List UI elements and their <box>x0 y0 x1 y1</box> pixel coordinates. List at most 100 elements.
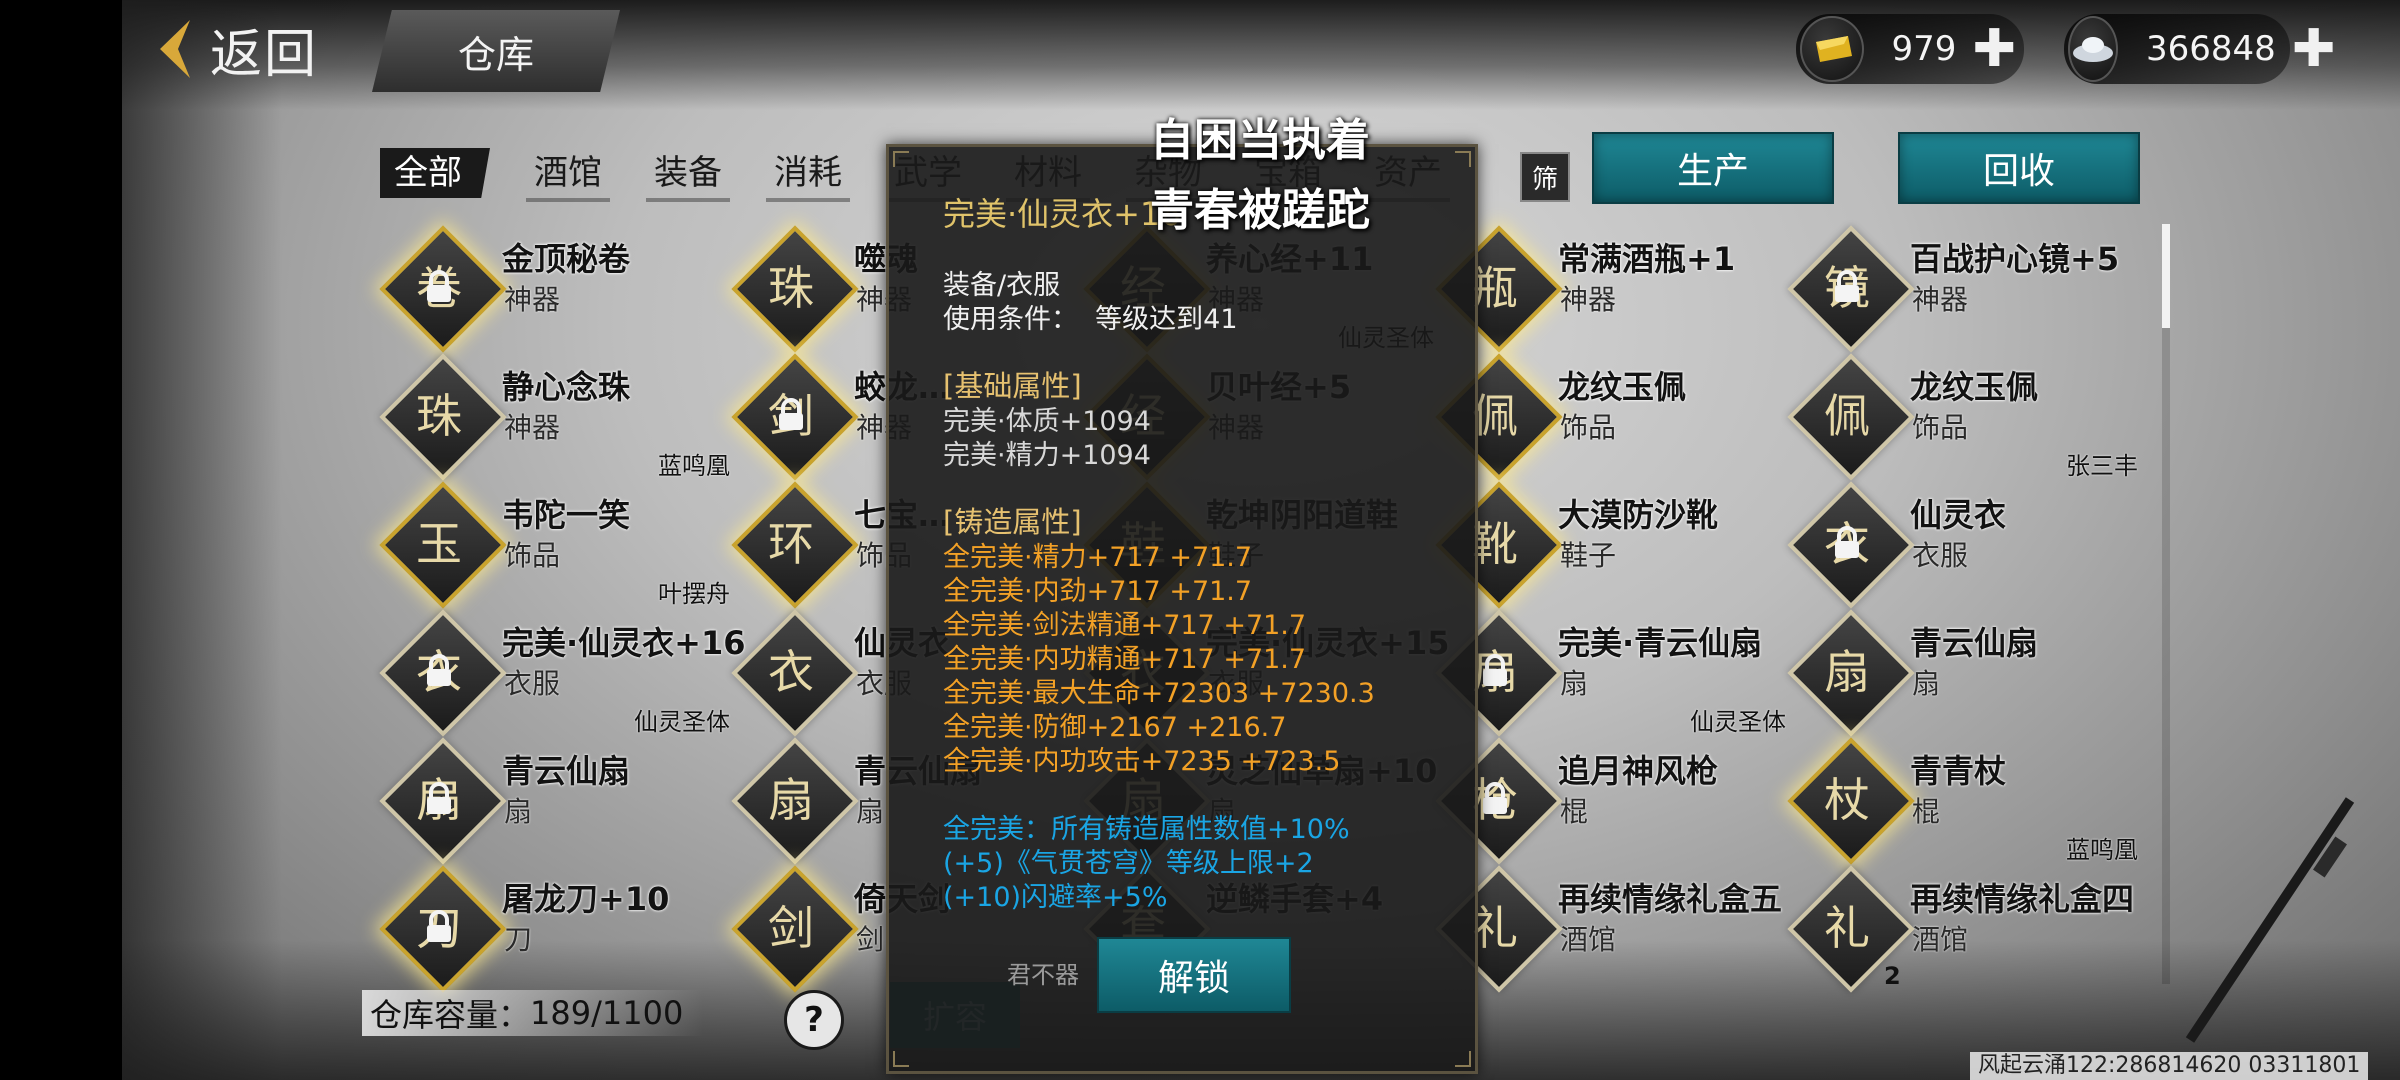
item-slot[interactable]: 枪追月神风枪棍 <box>1435 734 1786 865</box>
gold-ingot-icon <box>1800 16 1864 82</box>
lock-icon <box>1835 270 1859 302</box>
item-type: 衣服 <box>1912 539 1969 572</box>
item-name: 青云仙扇 <box>502 752 631 790</box>
item-owner: 仙灵圣体 <box>1690 708 1786 736</box>
item-type: 剑 <box>856 923 885 956</box>
filter-button[interactable]: 筛 <box>1520 152 1570 202</box>
item-type: 神器 <box>1560 283 1617 316</box>
item-type: 棍 <box>1560 795 1589 828</box>
popup-hint-text: 君不器 <box>1007 961 1079 989</box>
item-slot[interactable]: 扇完美·青云仙扇扇仙灵圣体 <box>1435 606 1786 737</box>
base-attribute: 完美·精力+1094 <box>943 440 1151 471</box>
item-slot[interactable]: 靴大漠防沙靴 鞋子 <box>1435 478 1786 609</box>
item-icon: 剑 <box>768 901 814 955</box>
ink-decoration-left <box>122 0 282 1080</box>
capacity-total: 1100 <box>601 994 684 1032</box>
popup-requirement: 使用条件： 等级达到41 <box>943 297 1238 336</box>
item-slot[interactable]: 卷金顶秘卷神器 <box>379 222 730 353</box>
item-slot[interactable]: 礼再续情缘礼盒五 酒馆 <box>1435 862 1786 993</box>
item-type: 鞋子 <box>1560 539 1617 572</box>
item-name: 青青杖 <box>1910 752 2007 790</box>
item-slot[interactable]: 瓶常满酒瓶+1 神器 <box>1435 222 1786 353</box>
item-owner: 仙灵圣体 <box>634 708 730 736</box>
item-icon-frame: 刀 <box>379 865 507 993</box>
item-slot[interactable]: 镜百战护心镜+5 神器 <box>1787 222 2138 353</box>
silver-currency: 366848 ✚ <box>2064 14 2335 84</box>
item-type: 扇 <box>856 795 885 828</box>
page-title: 仓库 <box>372 10 620 92</box>
item-slot[interactable]: 衣完美·仙灵衣+16 衣服仙灵圣体 <box>379 606 746 737</box>
lock-icon <box>779 398 803 430</box>
item-name: 韦陀一笑 <box>502 496 631 534</box>
item-icon-frame: 珠 <box>731 225 859 353</box>
item-icon-frame: 衣 <box>731 609 859 737</box>
item-name: 龙纹玉佩 <box>1910 368 2039 406</box>
item-type: 饰品 <box>1912 411 1969 444</box>
unlock-button[interactable]: 解锁 <box>1097 937 1291 1013</box>
item-slot[interactable]: 礼再续情缘礼盒四 酒馆 2 <box>1787 862 2138 993</box>
item-icon-frame: 环 <box>731 481 859 609</box>
item-slot[interactable]: 佩 龙纹玉佩饰品张三丰 <box>1787 350 2138 481</box>
lock-icon <box>1483 782 1507 814</box>
silver-ingot-icon <box>2068 16 2118 82</box>
grid-scrollbar[interactable] <box>2162 224 2170 984</box>
item-slot[interactable]: 佩龙纹玉佩 饰品 <box>1435 350 1786 481</box>
add-silver-button[interactable]: ✚ <box>2292 23 2336 75</box>
item-icon: 杖 <box>1824 773 1870 827</box>
item-type: 神器 <box>504 283 561 316</box>
item-slot[interactable]: 杖 青青杖棍蓝鸣凰 <box>1787 734 2138 865</box>
lock-icon <box>427 654 451 686</box>
item-slot[interactable]: 扇青云仙扇扇 <box>379 734 730 865</box>
silver-amount: 366848 <box>2146 29 2276 69</box>
requirement-label: 使用条件： <box>943 304 1078 335</box>
add-gold-button[interactable]: ✚ <box>1972 23 2016 75</box>
item-name: 完美·仙灵衣+16 <box>502 624 746 662</box>
tab-0[interactable]: 全部 <box>380 148 490 198</box>
item-slot[interactable]: 刀屠龙刀+10刀 <box>379 862 730 993</box>
item-name: 百战护心镜+5 <box>1910 240 2120 278</box>
item-type: 饰品 <box>504 539 561 572</box>
item-icon: 珠 <box>768 261 814 315</box>
popup-item-name: 完美·仙灵衣+16 <box>943 195 1181 233</box>
item-type: 神器 <box>1912 283 1969 316</box>
item-name: 追月神风枪 <box>1558 752 1719 790</box>
item-icon-frame: 佩 <box>1787 353 1915 481</box>
produce-button[interactable]: 生产 <box>1592 132 1834 204</box>
item-name: 屠龙刀+10 <box>502 880 670 918</box>
tab-1[interactable]: 酒馆 <box>526 148 610 202</box>
lock-icon <box>1835 526 1859 558</box>
item-owner: 蓝鸣凰 <box>2066 836 2138 864</box>
item-name: 再续情缘礼盒四 <box>1910 880 2135 918</box>
warehouse-capacity: 仓库容量： 189 / 1100 <box>362 990 704 1036</box>
item-slot[interactable]: 珠 静心念珠 神器 蓝鸣凰 <box>379 350 730 481</box>
item-icon-frame: 衣 <box>1787 481 1915 609</box>
item-icon-frame: 衣 <box>379 609 507 737</box>
item-slot[interactable]: 扇青云仙扇扇 <box>1787 606 2138 737</box>
item-owner: 张三丰 <box>2066 452 2138 480</box>
item-owner: 叶摆舟 <box>658 580 730 608</box>
item-icon-frame: 珠 <box>379 353 507 481</box>
lock-icon <box>427 270 451 302</box>
item-slot[interactable]: 衣仙灵衣衣服 <box>1787 478 2138 609</box>
item-type: 刀 <box>504 923 533 956</box>
requirement-value: 等级达到41 <box>1095 304 1238 335</box>
item-icon: 环 <box>768 517 814 571</box>
item-slot[interactable]: 玉 韦陀一笑 饰品 叶摆舟 <box>379 478 730 609</box>
recycle-button[interactable]: 回收 <box>1898 132 2140 204</box>
tab-2[interactable]: 装备 <box>646 148 730 202</box>
item-name: 青云仙扇 <box>1910 624 2039 662</box>
item-name: 完美·青云仙扇 <box>1558 624 1763 662</box>
scrollbar-thumb[interactable] <box>2162 224 2170 328</box>
item-name: 再续情缘礼盒五 <box>1558 880 1783 918</box>
back-button[interactable]: 返回 <box>150 6 360 92</box>
tab-3[interactable]: 消耗 <box>766 148 850 202</box>
item-icon-frame: 卷 <box>379 225 507 353</box>
item-icon: 扇 <box>1824 645 1870 699</box>
help-button[interactable]: ? <box>784 990 844 1050</box>
item-name: 常满酒瓶+1 <box>1558 240 1736 278</box>
item-icon-frame: 扇 <box>1787 609 1915 737</box>
forge-attribute: 全完美·内功攻击+7235 +723.5 <box>943 746 1341 777</box>
item-name: 大漠防沙靴 <box>1558 496 1719 534</box>
item-name: 仙灵衣 <box>1910 496 2007 534</box>
bonus-line: (+10)闪避率+5% <box>943 882 1168 913</box>
